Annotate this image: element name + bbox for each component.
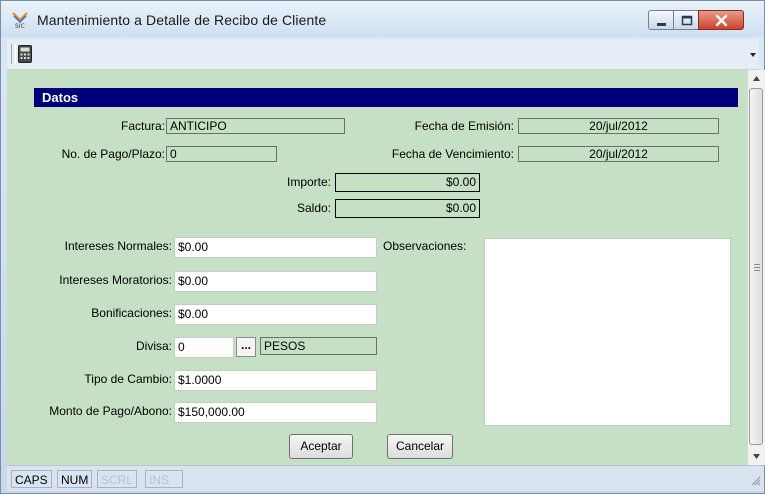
form-area: Datos Factura: ANTICIPO Fecha de Emisión… — [7, 70, 747, 465]
close-button[interactable] — [698, 10, 744, 30]
divisa-name-field: PESOS — [260, 337, 377, 355]
divisa-label: Divisa: — [135, 339, 172, 353]
aceptar-button[interactable]: Aceptar — [289, 434, 353, 459]
maximize-button[interactable] — [673, 10, 699, 30]
importe-field: $0.00 — [335, 173, 480, 192]
toolbar-grip[interactable] — [11, 44, 16, 64]
factura-label: Factura: — [120, 119, 165, 133]
tipo-cambio-label: Tipo de Cambio: — [84, 372, 172, 386]
divisa-lookup-button[interactable]: ... — [236, 337, 256, 357]
status-scrl: SCRL — [97, 470, 138, 488]
fecha-vencimiento-label: Fecha de Vencimiento: — [391, 147, 514, 161]
window-title: Mantenimiento a Detalle de Recibo de Cli… — [37, 12, 327, 28]
observaciones-textarea[interactable] — [484, 238, 731, 426]
title-bar[interactable]: SIC Mantenimiento a Detalle de Recibo de… — [1, 1, 764, 37]
scroll-down-arrow-icon[interactable] — [748, 448, 765, 465]
no-pago-field: 0 — [166, 146, 277, 162]
svg-text:SIC: SIC — [15, 23, 25, 29]
scrollbar-grip-icon — [754, 264, 760, 273]
saldo-field: $0.00 — [335, 199, 480, 218]
status-bar: CAPS NUM SCRL INS — [7, 465, 764, 491]
vertical-scrollbar[interactable] — [747, 70, 765, 465]
tipo-cambio-input[interactable]: $1.0000 — [174, 370, 377, 391]
app-logo-icon: SIC — [12, 12, 28, 29]
observaciones-label: Observaciones: — [383, 239, 467, 253]
toolbar — [7, 39, 759, 70]
status-caps: CAPS — [11, 470, 52, 488]
importe-label: Importe: — [286, 175, 331, 189]
fecha-emision-label: Fecha de Emisión: — [414, 119, 514, 133]
bonificaciones-input[interactable]: $0.00 — [174, 304, 377, 325]
toolbar-overflow-chevron-icon[interactable] — [748, 51, 758, 59]
divisa-input[interactable]: 0 — [174, 337, 234, 358]
main-window: SIC Mantenimiento a Detalle de Recibo de… — [0, 0, 765, 494]
monto-pago-label: Monto de Pago/Abono: — [49, 404, 172, 418]
status-ins: INS — [145, 470, 183, 488]
no-pago-label: No. de Pago/Plazo: — [61, 147, 165, 161]
fecha-emision-field: 20/jul/2012 — [518, 118, 719, 134]
intereses-normales-input[interactable]: $0.00 — [174, 237, 377, 258]
status-num: NUM — [57, 470, 93, 488]
intereses-moratorios-label: Intereses Moratorios: — [59, 273, 172, 287]
saldo-label: Saldo: — [296, 201, 331, 215]
calculator-icon[interactable] — [18, 45, 32, 63]
minimize-button[interactable] — [648, 10, 674, 30]
monto-pago-input[interactable]: $150,000.00 — [174, 402, 377, 423]
maximize-icon — [681, 15, 693, 26]
scroll-up-arrow-icon[interactable] — [748, 70, 765, 87]
intereses-normales-label: Intereses Normales: — [64, 239, 172, 253]
scrollbar-thumb[interactable] — [749, 88, 763, 445]
fecha-vencimiento-field: 20/jul/2012 — [518, 146, 719, 162]
minimize-icon — [657, 23, 666, 26]
factura-field: ANTICIPO — [166, 118, 345, 134]
close-icon — [715, 14, 728, 27]
resize-grip-icon[interactable] — [749, 474, 761, 486]
bonificaciones-label: Bonificaciones: — [91, 306, 172, 320]
section-header-datos: Datos — [34, 88, 738, 107]
cancelar-button[interactable]: Cancelar — [387, 434, 453, 459]
intereses-moratorios-input[interactable]: $0.00 — [174, 271, 377, 292]
